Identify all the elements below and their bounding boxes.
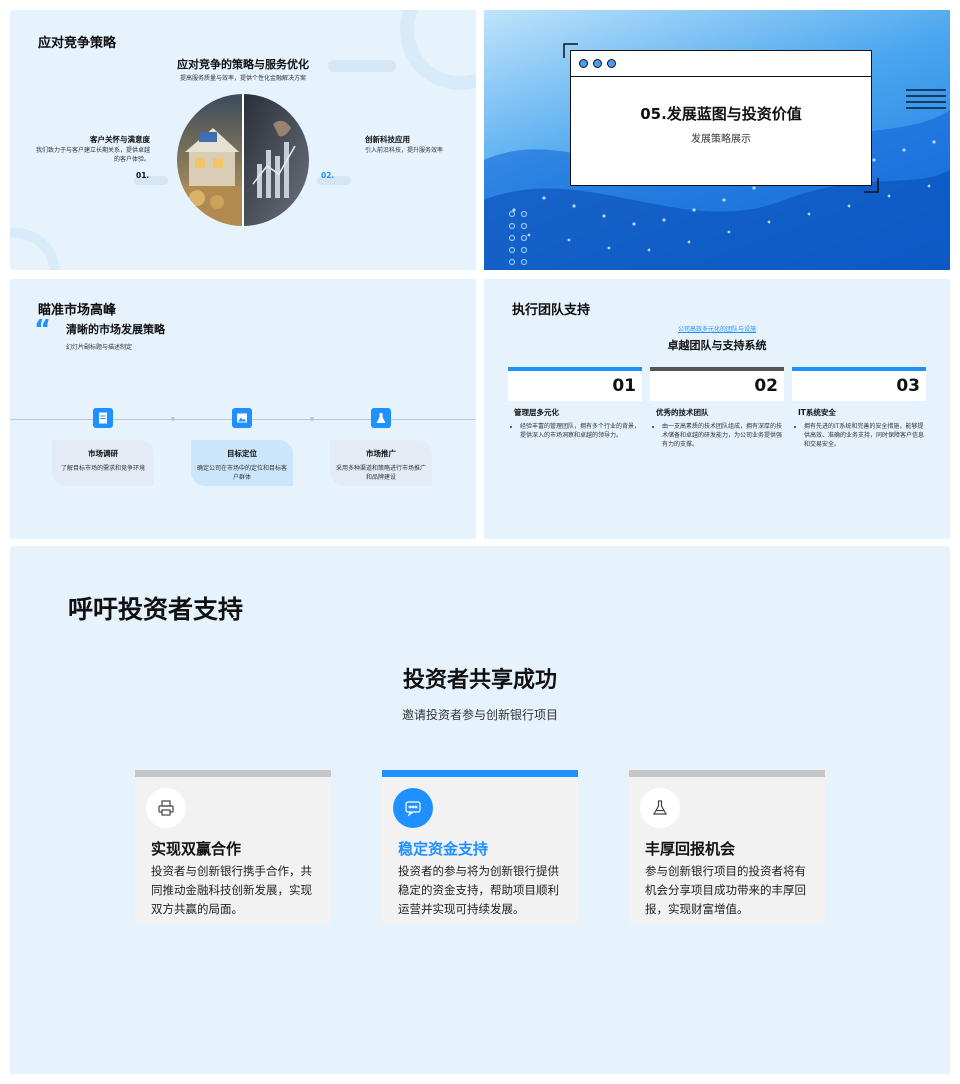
right-point-number: 02. (321, 171, 335, 180)
column-title: IT系统安全 (798, 408, 836, 417)
window-dot (607, 59, 616, 68)
column-title: 优秀的技术团队 (656, 408, 709, 417)
decorative-ring (10, 228, 60, 270)
window-frame: 05.发展蓝图与投资价值 发展策略展示 (570, 50, 872, 186)
card-title: 稳定资金支持 (398, 840, 489, 858)
timeline-dot (171, 417, 175, 421)
card-title: 实现双赢合作 (151, 840, 242, 858)
slide-market-peak: 瞄准市场高峰 “ 清晰的市场发展策略 幻灯片副标题与描述制定 市场调研 了解目标… (10, 279, 476, 539)
document-icon (93, 408, 113, 428)
flask-icon (640, 788, 680, 828)
window-dot (593, 59, 602, 68)
image-icon (232, 408, 252, 428)
flask-icon (371, 408, 391, 428)
window-title-bar (571, 51, 871, 77)
window-dot (579, 59, 588, 68)
left-point-title: 客户关怀与满意度 (90, 135, 150, 144)
slide-team-support: 执行团队支持 公司高效多元化的团队与设施 卓越团队与支持系统 01 管理层多元化… (484, 279, 950, 539)
slide-subtitle: 幻灯片副标题与描述制定 (66, 344, 133, 351)
timeline-dot (310, 417, 314, 421)
slide-title: 投资者共享成功 (402, 668, 557, 693)
step-card-market-research: 市场调研 了解目标市场的需求和竞争环境 (52, 440, 154, 486)
benefit-card-win-win: 实现双赢合作 投资者与创新银行携手合作，共同推动金融科技创新发展，实现双方共赢的… (135, 770, 331, 924)
slide-subtitle: 提高服务质量与效率，提供个性化金融解决方案 (179, 75, 306, 82)
slide-title: 卓越团队与支持系统 (667, 339, 767, 352)
right-point-desc: 引入前沿科技，提升服务效率 (365, 147, 444, 154)
column-desc: 由一支高素质的技术团队组成，拥有深厚的技术储备和卓越的研发能力，为公司业务提供强… (662, 422, 784, 449)
card-top-bar (135, 770, 331, 777)
photo-illustration (177, 94, 309, 226)
left-point-desc: 我们致力于与客户建立长期关系，提供卓越的客户体验。 (35, 147, 150, 163)
slide-heading: 呼吁投资者支持 (68, 595, 244, 624)
card-desc: 投资者与创新银行携手合作，共同推动金融科技创新发展，实现双方共赢的局面。 (151, 864, 312, 916)
step-desc: 采用多种渠道和策略进行市场推广和品牌建设 (336, 465, 427, 481)
team-column-it-security: 03 IT系统安全 拥有先进的IT系统和完善的安全措施，能够提供高效、准确的业务… (792, 367, 926, 449)
step-desc: 确定公司在市场中的定位和目标客户群体 (197, 465, 288, 481)
step-title: 市场推广 (366, 449, 396, 458)
slide-competition-strategy: 应对竞争策略 应对竞争的策略与服务优化 提高服务质量与效率，提供个性化金融解决方… (10, 10, 476, 270)
column-desc: 经验丰富的管理团队，拥有多个行业的背景，提供深入的市场洞察和卓越的领导力。 (520, 422, 642, 440)
printer-icon (146, 788, 186, 828)
column-title: 管理层多元化 (514, 408, 559, 417)
team-column-management: 01 管理层多元化 经验丰富的管理团队，拥有多个行业的背景，提供深入的市场洞察和… (508, 367, 642, 440)
step-title: 目标定位 (227, 449, 257, 458)
quote-icon: “ (34, 315, 52, 345)
split-photo-circle (177, 94, 309, 226)
column-desc: 拥有先进的IT系统和完善的安全措施，能够提供高效、准确的业务支持，同时保障客户信… (804, 422, 926, 449)
card-top-bar (629, 770, 825, 777)
chat-icon (393, 788, 433, 828)
benefit-card-high-return: 丰厚回报机会 参与创新银行项目的投资者将有机会分享项目成功带来的丰厚回报，实现财… (629, 770, 825, 924)
column-number: 02 (650, 367, 784, 401)
slide-heading: 应对竞争策略 (38, 36, 117, 51)
right-point-title: 创新科技应用 (365, 135, 410, 144)
slide-investor-support: 呼吁投资者支持 投资者共享成功 邀请投资者参与创新银行项目 实现双赢合作 投资者… (10, 546, 950, 1074)
card-desc: 投资者的参与将为创新银行提供稳定的资金支持，帮助项目顺利运营并实现可持续发展。 (398, 864, 559, 916)
slide-heading: 执行团队支持 (512, 303, 591, 318)
slide-title: 清晰的市场发展策略 (66, 323, 165, 336)
slide-overline: 公司高效多元化的团队与设施 (677, 326, 756, 333)
slide-subtitle: 邀请投资者参与创新银行项目 (401, 708, 558, 722)
benefit-card-stable-funding: 稳定资金支持 投资者的参与将为创新银行提供稳定的资金支持，帮助项目顺利运营并实现… (382, 770, 578, 924)
slide-development-blueprint: 05.发展蓝图与投资价值 发展策略展示 (484, 10, 950, 270)
step-card-market-promotion: 市场推广 采用多种渠道和策略进行市场推广和品牌建设 (330, 440, 432, 486)
team-column-tech: 02 优秀的技术团队 由一支高素质的技术团队组成，拥有深厚的技术储备和卓越的研发… (650, 367, 784, 449)
step-card-target-positioning: 目标定位 确定公司在市场中的定位和目标客户群体 (191, 440, 293, 486)
card-desc: 参与创新银行项目的投资者将有机会分享项目成功带来的丰厚回报，实现财富增值。 (645, 864, 806, 916)
column-number: 03 (792, 367, 926, 401)
column-number: 01 (508, 367, 642, 401)
step-desc: 了解目标市场的需求和竞争环境 (60, 465, 145, 472)
card-top-bar (382, 770, 578, 777)
slide-title: 应对竞争的策略与服务优化 (177, 58, 309, 71)
card-title: 丰厚回报机会 (645, 840, 736, 858)
section-subtitle: 发展策略展示 (691, 134, 751, 145)
left-point-number: 01. (136, 171, 150, 180)
section-title: 05.发展蓝图与投资价值 (640, 105, 802, 123)
step-title: 市场调研 (88, 449, 118, 458)
